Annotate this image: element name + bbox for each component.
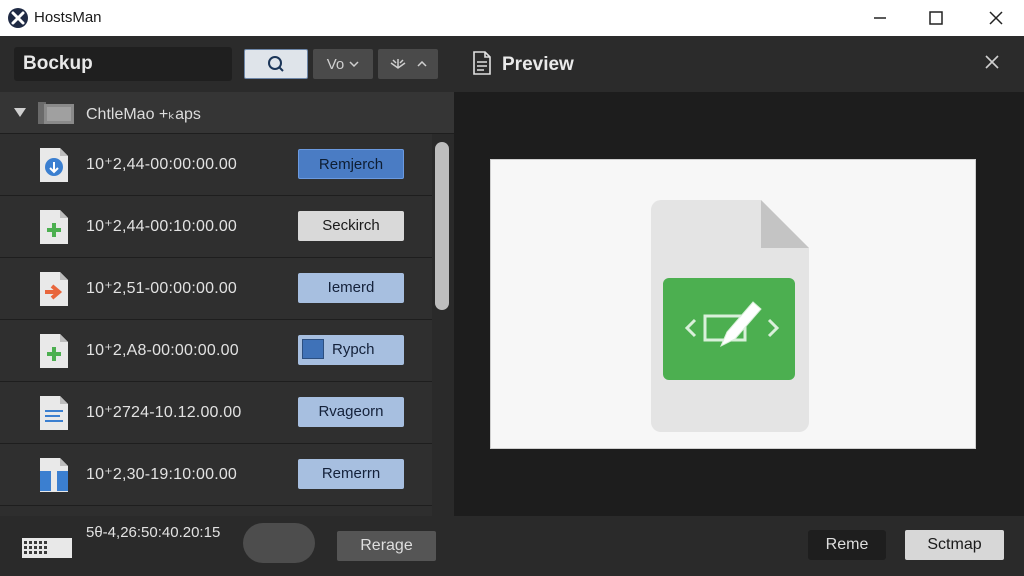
row-action-button[interactable]: Iemerd	[298, 273, 404, 303]
backup-timestamp: 10⁺2724-10.12.00.00	[86, 404, 242, 421]
backup-list-panel: Bockup Vo ChtleMao +ₖaps 10⁺2,44-00:00:0…	[0, 36, 454, 516]
title-bar: HostsMan	[0, 0, 1024, 36]
add-file-icon	[40, 210, 68, 244]
checkbox[interactable]	[302, 339, 324, 359]
code-edit-file-icon	[651, 200, 809, 432]
list-item[interactable]: 10⁺2,30-19:10:00.00 Remerrn	[0, 444, 432, 506]
status-toggle[interactable]	[243, 523, 315, 563]
sort-dropdown[interactable]	[378, 49, 438, 79]
preview-title: Preview	[502, 54, 574, 75]
backup-timestamp: 10⁺2,A8-00:00:00.00	[86, 342, 239, 359]
grid-view-icon[interactable]	[22, 538, 72, 558]
row-action-button[interactable]: Remerrn	[298, 459, 404, 489]
maximize-icon	[929, 11, 943, 25]
chevron-up-icon	[417, 61, 427, 67]
list-item[interactable]: 10⁺2,A8-00:00:00.00 Rypch	[0, 320, 432, 382]
merge-button[interactable]: Rerage	[337, 531, 436, 561]
maximize-button[interactable]	[908, 0, 964, 36]
list-item[interactable]: 10⁺2,51-00:00:00.00 Iemerd	[0, 258, 432, 320]
backup-timestamp: 10⁺2,51-00:00:00.00	[86, 280, 238, 297]
minimize-button[interactable]	[852, 0, 908, 36]
group-header[interactable]: ChtleMao +ₖaps	[0, 92, 454, 134]
group-label: ChtleMao +ₖaps	[86, 106, 201, 123]
backup-title-field[interactable]: Bockup	[14, 47, 232, 81]
row-action-button[interactable]: Seckirch	[298, 211, 404, 241]
add-file-icon	[40, 334, 68, 368]
scroll-thumb[interactable]	[435, 142, 449, 310]
preview-panel: Preview	[454, 36, 1024, 516]
list-toolbar: Bockup Vo	[0, 36, 454, 92]
preview-header: Preview	[454, 36, 1024, 92]
status-bar: 5θ-4,26:50:40.20:15 Rerage Reme Sctmap	[0, 516, 1024, 576]
text-file-icon	[40, 396, 68, 430]
list-scrollbar[interactable]	[432, 134, 454, 516]
backup-timestamp: 10⁺2,44-00:10:00.00	[86, 218, 238, 235]
app-logo-icon	[8, 8, 28, 28]
setup-button[interactable]: Sctmap	[905, 530, 1004, 560]
filter-label: Vo	[326, 55, 345, 73]
backup-timestamp: 10⁺2,30-19:10:00.00	[86, 466, 238, 483]
row-action-label: Rypch	[332, 341, 375, 358]
backup-timestamp: 10⁺2,44-00:00:00.00	[86, 156, 238, 173]
row-action-button[interactable]: Remjerch	[298, 149, 404, 179]
filter-dropdown[interactable]: Vo	[313, 49, 373, 79]
folder-icon	[38, 102, 74, 124]
document-icon	[473, 51, 491, 75]
search-button[interactable]	[244, 49, 308, 79]
close-window-button[interactable]	[968, 0, 1024, 36]
row-action-button[interactable]: Rvageorn	[298, 397, 404, 427]
rename-button[interactable]: Reme	[808, 530, 886, 560]
window-title: HostsMan	[34, 9, 102, 26]
list-item[interactable]: 10⁺2,44-00:00:00.00 Remjerch	[0, 134, 432, 196]
close-icon	[989, 11, 1003, 25]
list-item[interactable]: 10⁺2724-10.12.00.00 Rvageorn	[0, 382, 432, 444]
sort-icon	[390, 59, 406, 69]
row-action-button[interactable]: Rypch	[298, 335, 404, 365]
list-item[interactable]: 10⁺2,44-00:10:00.00 Seckirch	[0, 196, 432, 258]
archive-file-icon	[40, 458, 68, 492]
preview-area	[490, 159, 976, 449]
forward-file-icon	[40, 272, 68, 306]
minimize-icon	[874, 17, 886, 19]
chevron-down-icon	[349, 61, 359, 67]
status-timestamp: 5θ-4,26:50:40.20:15	[86, 524, 221, 541]
close-icon[interactable]	[984, 54, 1000, 70]
backup-list: 10⁺2,44-00:00:00.00 Remjerch 10⁺2,44-00:…	[0, 134, 432, 516]
download-file-icon	[40, 148, 68, 182]
search-icon	[268, 56, 284, 72]
expand-arrow-icon[interactable]	[14, 108, 26, 118]
